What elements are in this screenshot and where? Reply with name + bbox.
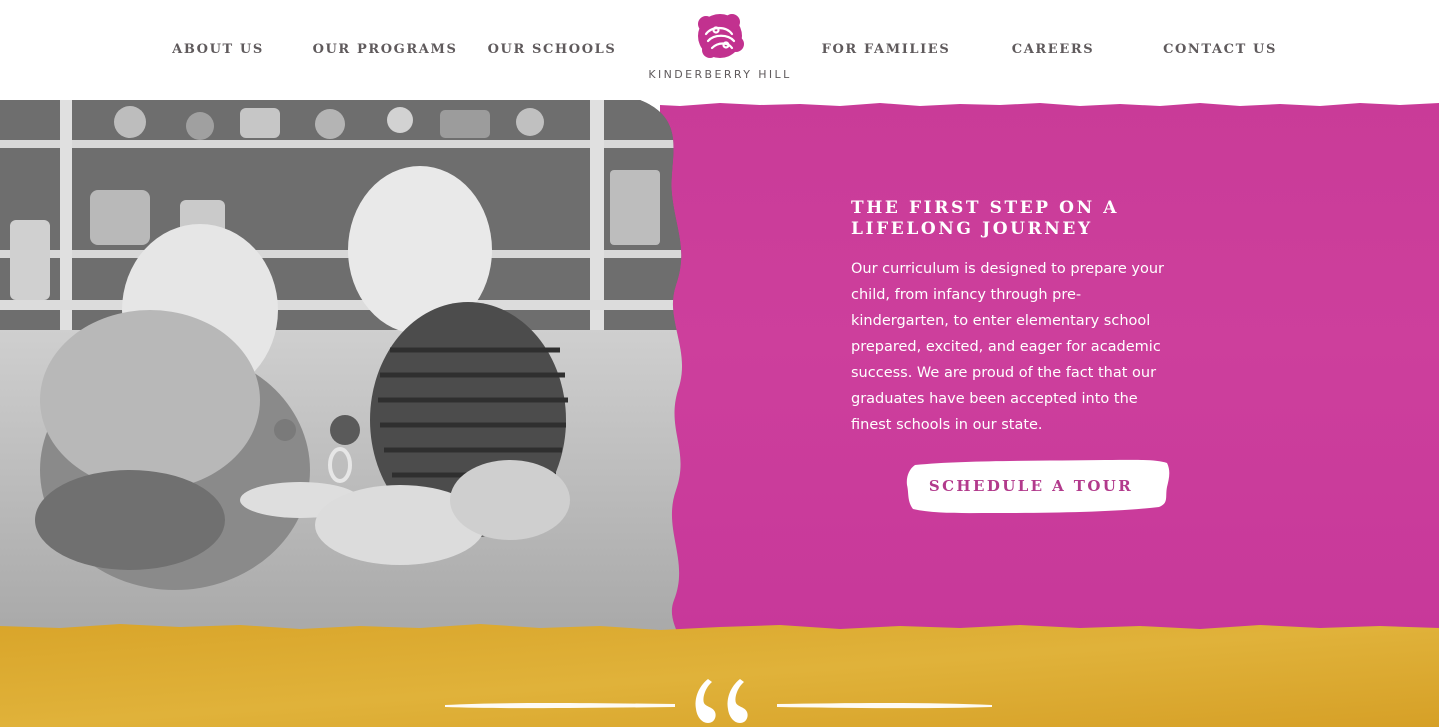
nav-careers[interactable]: CAREERS (1012, 40, 1094, 60)
nav-about-us[interactable]: ABOUT US (172, 40, 264, 60)
hero-title: THE FIRST STEP ON A LIFELONG JOURNEY (851, 198, 1120, 239)
hero-section: THE FIRST STEP ON A LIFELONG JOURNEY Our… (0, 100, 1439, 640)
hero-photo (0, 100, 683, 640)
hero-body: Our curriculum is designed to prepare yo… (851, 261, 1164, 433)
hero-copy: THE FIRST STEP ON A LIFELONG JOURNEY Our… (851, 198, 1181, 438)
nav-our-programs[interactable]: OUR PROGRAMS (313, 40, 458, 60)
berry-logo-icon (698, 14, 744, 58)
logo-wordmark: KINDERBERRY HILL (648, 68, 792, 81)
quote-icon (695, 679, 748, 723)
torn-edge-top (640, 100, 1439, 106)
site-header: ABOUT US OUR PROGRAMS OUR SCHOOLS KINDER… (0, 0, 1439, 100)
schedule-tour-label: SCHEDULE A TOUR (928, 477, 1134, 495)
nav-our-schools[interactable]: OUR SCHOOLS (488, 40, 617, 60)
schedule-tour-button[interactable]: SCHEDULE A TOUR (905, 457, 1171, 515)
quote-divider-left (445, 703, 675, 709)
nav-contact-us[interactable]: CONTACT US (1163, 40, 1277, 60)
quote-divider-right (777, 703, 992, 709)
nav-for-families[interactable]: FOR FAMILIES (822, 40, 951, 60)
logo-link[interactable]: KINDERBERRY HILL (647, 8, 793, 84)
